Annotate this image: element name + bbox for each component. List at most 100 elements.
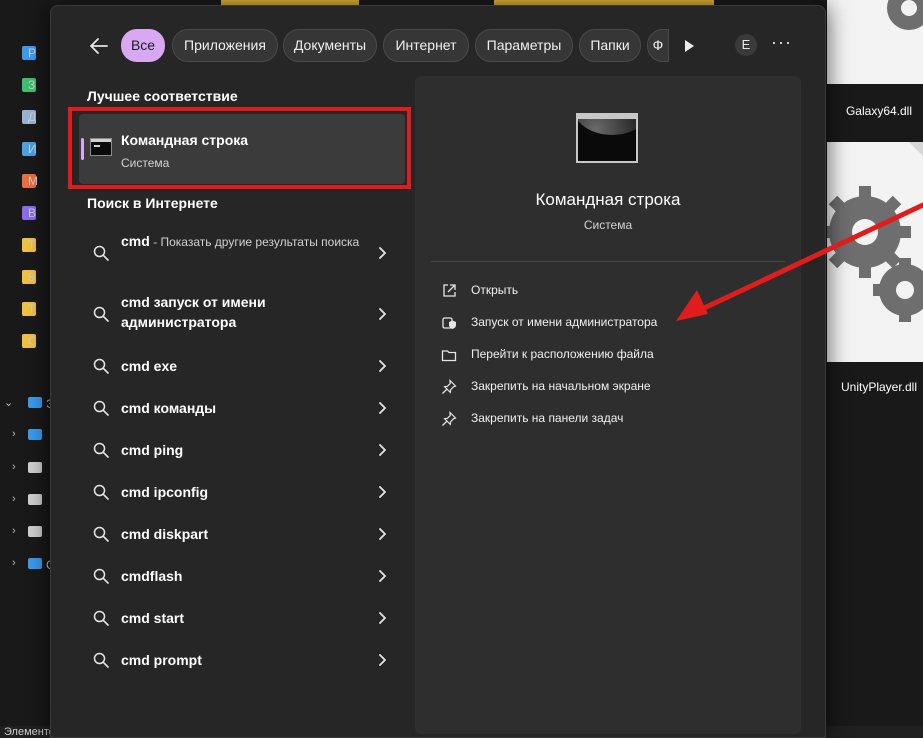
web-search-result[interactable]: cmd exe	[79, 354, 405, 378]
web-search-result-text: cmd команды	[121, 398, 361, 418]
filter-internet[interactable]: Интернет	[383, 29, 469, 62]
explorer-sidebar-item[interactable]: С	[22, 334, 37, 348]
web-search-result[interactable]: cmd ipconfig	[79, 480, 405, 504]
chevron-right-icon[interactable]	[377, 307, 387, 321]
filter-more-partial[interactable]: Ф	[647, 29, 669, 62]
chevron-right-icon[interactable]	[377, 527, 387, 541]
web-search-result[interactable]: cmd запуск от имени администратора	[79, 292, 405, 336]
collapse-chevron-icon[interactable]: ›	[12, 493, 16, 505]
preview-action-label: Закрепить на начальном экране	[471, 379, 651, 393]
explorer-sidebar: Р З Д И М В Т 8 Т С ⌄ Э › › › › › С	[0, 0, 55, 738]
explorer-tree-item[interactable]	[28, 526, 42, 537]
filter-folders[interactable]: Папки	[579, 29, 641, 62]
gear-icon	[819, 142, 923, 322]
web-search-result[interactable]: cmd prompt	[79, 648, 405, 672]
query-text: cmd ping	[121, 442, 184, 458]
red-highlight-annotation	[68, 107, 411, 189]
chevron-right-icon[interactable]	[377, 569, 387, 583]
preview-action-item[interactable]: Перейти к расположению файла	[441, 344, 781, 366]
web-search-result[interactable]: cmd - Показать другие результаты поиска	[79, 231, 405, 275]
preview-title: Командная строка	[535, 190, 681, 209]
chevron-right-icon[interactable]	[377, 443, 387, 457]
explorer-sidebar-item[interactable]: И	[22, 142, 37, 156]
best-match-heading: Лучшее соответствие	[87, 88, 238, 104]
explorer-sidebar-item[interactable]: Д	[22, 110, 36, 124]
explorer-sidebar-item[interactable]: Т	[22, 238, 36, 252]
explorer-sidebar-item[interactable]: М	[22, 174, 38, 188]
preview-action-label: Перейти к расположению файла	[471, 347, 654, 361]
divider	[431, 261, 785, 262]
explorer-tree-item[interactable]: С	[28, 558, 55, 572]
file-thumbnail[interactable]	[827, 0, 923, 84]
chevron-right-icon[interactable]	[377, 485, 387, 499]
file-name[interactable]: UnityPlayer.dll	[835, 380, 923, 394]
file-thumbnail[interactable]	[819, 142, 923, 362]
web-search-heading: Поиск в Интернете	[87, 195, 218, 211]
explorer-tree-item[interactable]	[28, 462, 42, 473]
explorer-tree-item[interactable]: Э	[28, 397, 55, 411]
filter-documents[interactable]: Документы	[283, 29, 377, 62]
explorer-tree-item[interactable]	[28, 494, 42, 505]
filter-apps[interactable]: Приложения	[172, 29, 278, 62]
collapse-chevron-icon[interactable]: ›	[12, 428, 16, 440]
query-text: cmd diskpart	[121, 526, 209, 542]
chevron-right-icon[interactable]	[377, 359, 387, 373]
chevron-right-icon[interactable]	[377, 611, 387, 625]
search-icon	[93, 526, 109, 542]
web-search-result[interactable]: cmd команды	[79, 396, 405, 420]
chevron-right-icon[interactable]	[377, 653, 387, 667]
chevron-right-icon[interactable]	[377, 401, 387, 415]
file-name[interactable]: Galaxy64.dll	[835, 104, 923, 118]
explorer-sidebar-label: 8	[28, 270, 35, 284]
preview-pane: Командная строка Система Открыть Запуск о…	[415, 76, 801, 734]
web-search-result[interactable]: cmd start	[79, 606, 405, 630]
explorer-sidebar-label: З	[28, 78, 36, 92]
preview-action-label: Запуск от имени администратора	[471, 315, 658, 329]
gear-icon	[887, 0, 923, 30]
preview-action-item[interactable]: Запуск от имени администратора	[441, 312, 781, 334]
pin-icon	[442, 379, 457, 394]
collapse-chevron-icon[interactable]: ›	[12, 461, 16, 473]
explorer-sidebar-item[interactable]: Т	[22, 302, 36, 316]
web-search-result[interactable]: cmd diskpart	[79, 522, 405, 546]
more-options-button[interactable]: ···	[771, 32, 792, 53]
open-icon	[443, 284, 456, 297]
web-search-result[interactable]: cmd ping	[79, 438, 405, 462]
command-prompt-icon	[576, 113, 638, 163]
preview-action-label: Открыть	[471, 283, 519, 297]
web-search-result-text: cmdflash	[121, 566, 361, 586]
explorer-tree-item[interactable]	[28, 429, 42, 440]
scroll-filters-right-icon[interactable]	[685, 40, 694, 52]
explorer-sidebar-item[interactable]: З	[22, 78, 36, 92]
avatar[interactable]: E	[735, 34, 757, 56]
query-text: cmdflash	[121, 568, 183, 584]
web-search-result-text: cmd запуск от имени администратора	[121, 292, 361, 332]
explorer-sidebar-label: Т	[28, 302, 36, 316]
web-search-result-text: cmd ping	[121, 440, 361, 460]
filter-all[interactable]: Все	[121, 29, 165, 62]
explorer-sidebar-item[interactable]: В	[22, 206, 36, 220]
query-text: cmd exe	[121, 358, 178, 374]
collapse-chevron-icon[interactable]: ›	[12, 557, 16, 569]
preview-action-label: Закрепить на панели задач	[471, 411, 624, 425]
explorer-sidebar-label: С	[28, 334, 37, 348]
chevron-right-icon[interactable]	[377, 246, 387, 260]
explorer-sidebar-item[interactable]: 8	[22, 270, 36, 284]
preview-action-item[interactable]: Открыть	[441, 280, 781, 302]
preview-action-item[interactable]: Закрепить на панели задач	[441, 408, 781, 430]
search-icon	[93, 245, 109, 261]
expand-chevron-icon[interactable]: ⌄	[4, 396, 13, 409]
web-search-result-text: cmd start	[121, 608, 361, 628]
query-text: cmd запуск от имени администратора	[121, 294, 266, 330]
back-arrow-icon[interactable]	[87, 34, 111, 58]
web-search-result-text: cmd exe	[121, 356, 361, 376]
preview-action-item[interactable]: Закрепить на начальном экране	[441, 376, 781, 398]
web-search-result[interactable]: cmdflash	[79, 564, 405, 588]
filter-settings[interactable]: Параметры	[475, 29, 573, 62]
search-flyout: Все Приложения Документы Интернет Параме…	[50, 5, 826, 738]
web-search-result-text: cmd diskpart	[121, 524, 361, 544]
explorer-sidebar-item[interactable]: Р	[22, 46, 36, 60]
collapse-chevron-icon[interactable]: ›	[12, 525, 16, 537]
web-search-result-text: cmd ipconfig	[121, 482, 361, 502]
explorer-sidebar-label: Д	[28, 110, 37, 124]
